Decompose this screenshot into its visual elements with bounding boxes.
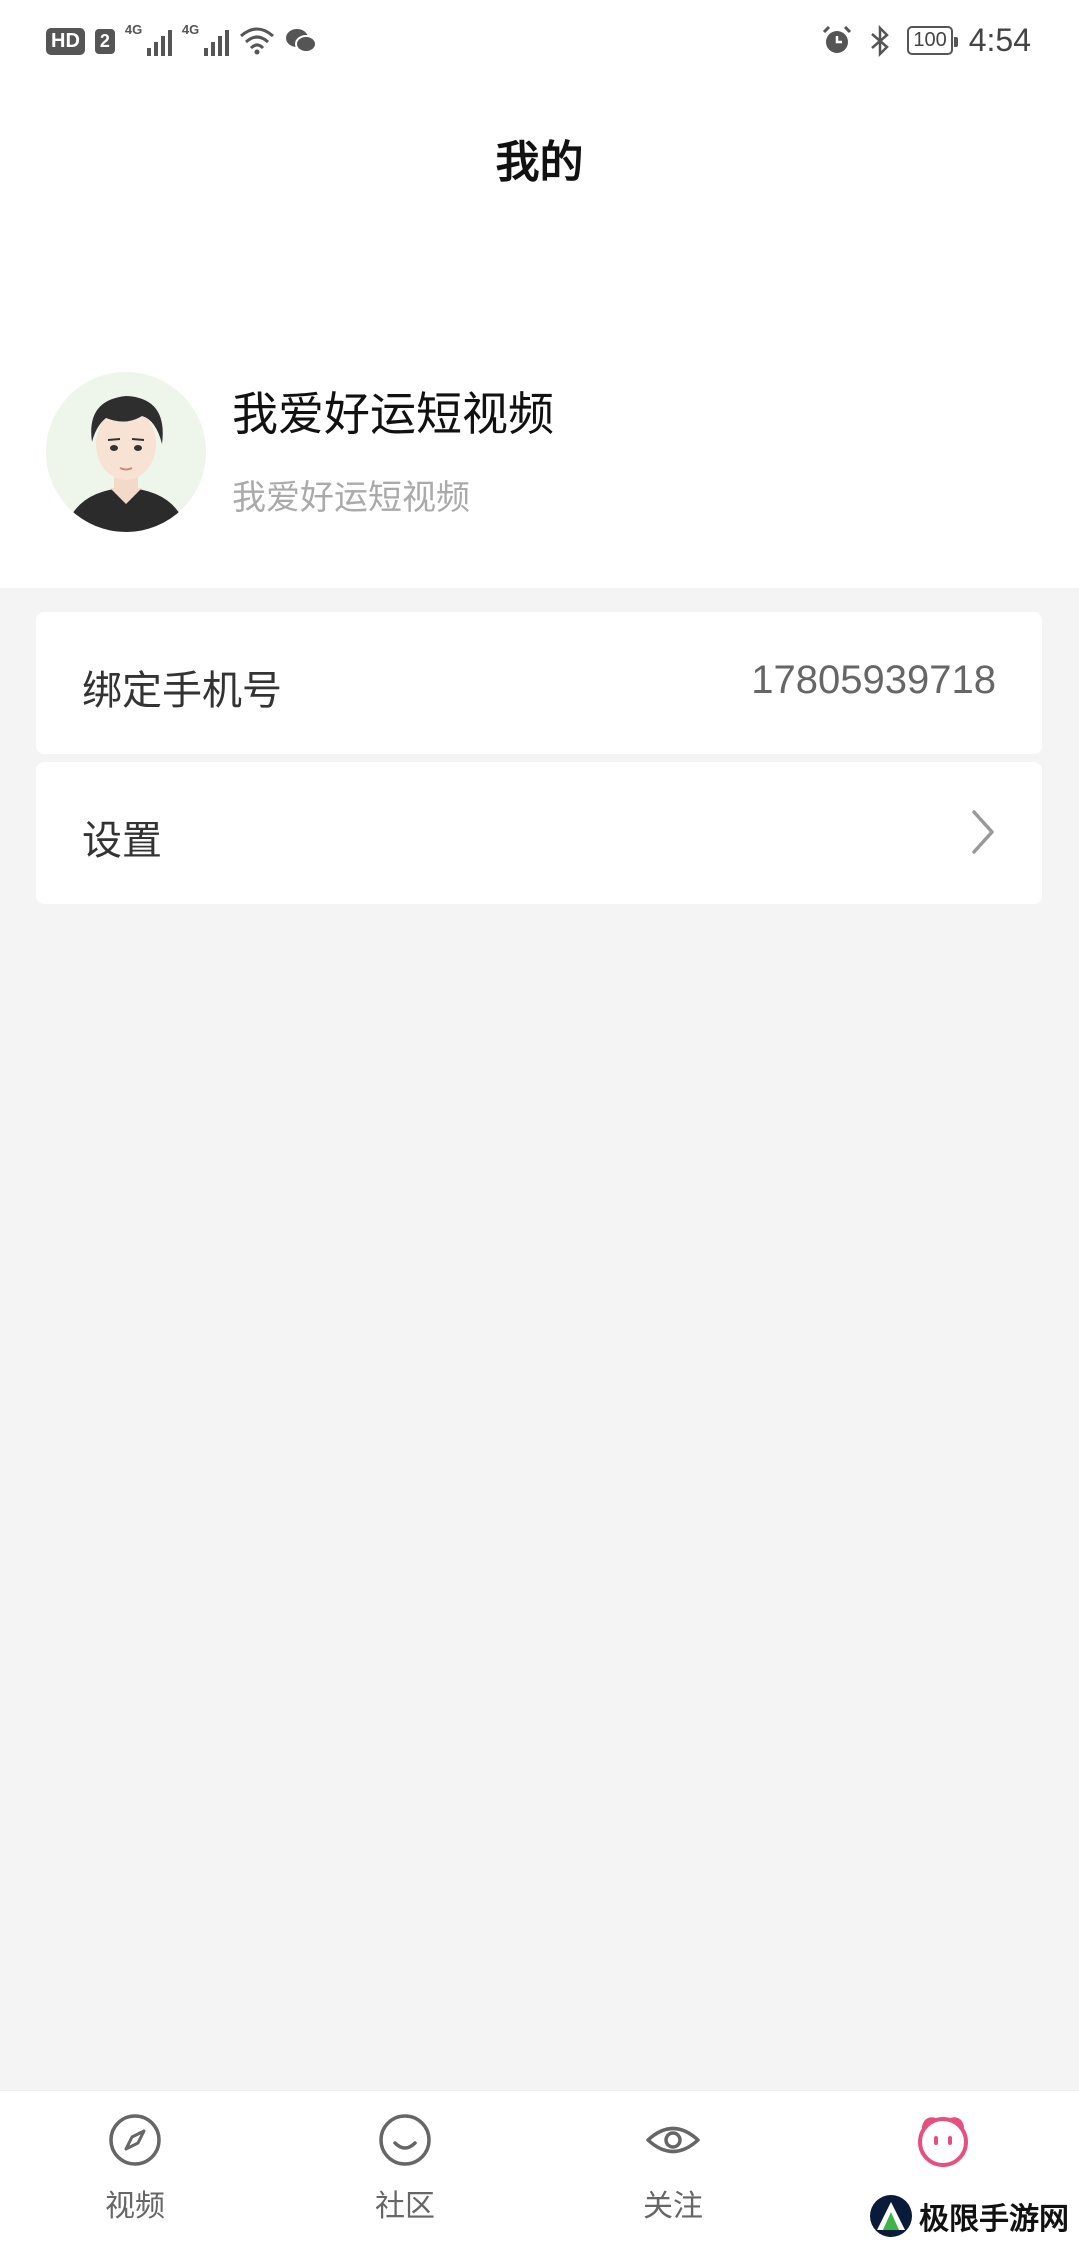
profile-header: 我的 我爱好运短视频 我爱好运短视频 (0, 86, 1079, 588)
bind-phone-row[interactable]: 绑定手机号 17805939718 (36, 612, 1042, 754)
status-bar: HD 2 4G 4G 100 4:54 (0, 0, 1079, 86)
tab-label: 视频 (105, 2189, 165, 2224)
phone-number-value: 17805939718 (751, 658, 996, 702)
watermark: 极限手游网 (869, 2194, 1069, 2238)
tab-follow[interactable]: 关注 (593, 2111, 753, 2225)
signal-icon: 4G (182, 22, 229, 56)
watermark-logo-icon (870, 2195, 912, 2237)
hd-badge: HD (46, 27, 85, 55)
smile-icon (379, 2114, 431, 2166)
network-type: 4G (181, 22, 200, 37)
tab-video[interactable]: 视频 (55, 2111, 215, 2225)
settings-label: 设置 (82, 818, 162, 864)
tab-label: 关注 (643, 2189, 703, 2224)
mine-face-icon (918, 2117, 968, 2167)
compass-icon (109, 2114, 161, 2166)
battery-indicator: 100 (907, 26, 959, 55)
avatar[interactable] (46, 372, 206, 532)
status-time: 4:54 (968, 22, 1031, 58)
bottom-tab-bar: 视频 社区 关注 极限手游网 (0, 2090, 1079, 2244)
bind-phone-label: 绑定手机号 (82, 668, 282, 714)
user-subtitle: 我爱好运短视频 (232, 478, 470, 518)
network-type: 4G (124, 22, 143, 37)
alarm-icon (823, 25, 852, 53)
user-name[interactable]: 我爱好运短视频 (232, 378, 554, 444)
eye-icon (646, 2126, 700, 2154)
sim2-badge: 2 (94, 28, 115, 54)
chevron-right-icon (972, 810, 994, 854)
status-right: 100 4:54 (821, 22, 1031, 59)
bluetooth-icon (871, 24, 890, 57)
watermark-text: 极限手游网 (919, 2202, 1069, 2237)
tab-label: 社区 (375, 2189, 435, 2224)
wechat-icon (285, 29, 317, 53)
signal-icon: 4G (125, 22, 172, 56)
wifi-icon (239, 27, 274, 55)
tab-community[interactable]: 社区 (325, 2111, 485, 2225)
page-title: 我的 (495, 137, 584, 188)
tab-mine[interactable] (863, 2111, 1023, 2181)
avatar-illustration (46, 372, 206, 532)
status-left: HD 2 4G 4G (46, 22, 317, 56)
settings-row[interactable]: 设置 (36, 762, 1042, 904)
